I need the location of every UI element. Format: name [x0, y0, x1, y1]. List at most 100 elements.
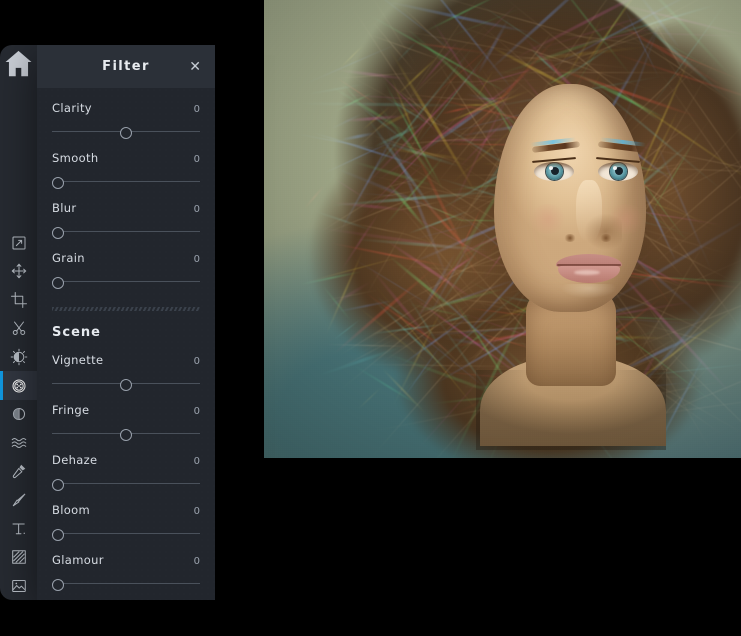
- slider-value: 0: [194, 204, 200, 215]
- filter-icon: [10, 377, 28, 395]
- slider-labels: Bloom 0: [52, 503, 200, 517]
- slider-labels: Grain 0: [52, 251, 200, 265]
- slider-label: Bloom: [52, 503, 90, 517]
- slider-track-blur[interactable]: [52, 226, 200, 238]
- slider-control-fringe: Fringe 0: [52, 390, 200, 440]
- slider-track-line: [52, 533, 200, 534]
- home-icon: [0, 46, 37, 83]
- panel-title: Filter: [102, 59, 150, 74]
- slider-value: 0: [194, 154, 200, 165]
- slider-track-grain[interactable]: [52, 276, 200, 288]
- slider-control-grain: Grain 0: [52, 238, 200, 288]
- slider-value: 0: [194, 456, 200, 467]
- slider-track-fringe[interactable]: [52, 428, 200, 440]
- filter-panel: Filter ✕ Clarity 0 Smooth 0 Blur 0 Grain 0 Scene…: [37, 45, 215, 600]
- slider-track-bloom[interactable]: [52, 528, 200, 540]
- sidebar-item-brush[interactable]: [0, 486, 37, 515]
- section-heading-scene: Scene: [52, 325, 200, 340]
- sidebar-item-pattern[interactable]: [0, 543, 37, 572]
- pattern-icon: [10, 548, 28, 566]
- panel-sections: Clarity 0 Smooth 0 Blur 0 Grain 0 Scene Vignette 0…: [37, 88, 215, 600]
- slider-control-smooth: Smooth 0: [52, 138, 200, 188]
- photo-grain: [264, 0, 741, 458]
- slider-label: Vignette: [52, 353, 103, 367]
- section-controls: Clarity 0 Smooth 0 Blur 0 Grain 0: [37, 88, 215, 288]
- slider-handle-grain[interactable]: [52, 277, 64, 289]
- slider-handle-clarity[interactable]: [120, 127, 132, 139]
- slider-control-blur: Blur 0: [52, 188, 200, 238]
- sidebar-item-image[interactable]: [0, 571, 37, 600]
- slider-label: Smooth: [52, 151, 98, 165]
- slider-value: 0: [194, 406, 200, 417]
- slider-labels: Vignette 0: [52, 353, 200, 367]
- heal-tool-icon: [10, 462, 28, 480]
- slider-track-line: [52, 583, 200, 584]
- slider-labels: Clarity 0: [52, 101, 200, 115]
- scissors-icon: [10, 319, 28, 337]
- slider-control-bloom: Bloom 0: [52, 490, 200, 540]
- slider-value: 0: [194, 104, 200, 115]
- home-button[interactable]: [0, 45, 37, 85]
- slider-control-vignette: Vignette 0: [52, 340, 200, 390]
- slider-track-clarity[interactable]: [52, 126, 200, 138]
- slider-labels: Glamour 0: [52, 553, 200, 567]
- slider-control-glamour: Glamour 0: [52, 540, 200, 590]
- tool-rail: [0, 45, 37, 600]
- slider-control-posterize: Posterize0: [52, 590, 200, 600]
- slider-handle-dehaze[interactable]: [52, 479, 64, 491]
- slider-value: 0: [194, 506, 200, 517]
- slider-handle-glamour[interactable]: [52, 579, 64, 591]
- sidebar-item-gradient[interactable]: [0, 400, 37, 429]
- sidebar-item-liquify[interactable]: [0, 429, 37, 458]
- sidebar-item-brightness[interactable]: [0, 343, 37, 372]
- crop-icon: [10, 291, 28, 309]
- sidebar-item-cut[interactable]: [0, 314, 37, 343]
- slider-value: 0: [194, 254, 200, 265]
- transform-icon: [10, 234, 28, 252]
- edited-photo: [264, 0, 741, 458]
- sidebar-item-crop[interactable]: [0, 286, 37, 315]
- slider-label: Blur: [52, 201, 77, 215]
- sidebar-item-move[interactable]: [0, 257, 37, 286]
- slider-value: 0: [194, 356, 200, 367]
- sidebar-item-transform[interactable]: [0, 228, 37, 257]
- brightness-icon: [10, 348, 28, 366]
- image-icon: [10, 577, 28, 595]
- slider-control-dehaze: Dehaze 0: [52, 440, 200, 490]
- slider-track-line: [52, 181, 200, 182]
- slider-track-glamour[interactable]: [52, 578, 200, 590]
- move-icon: [10, 262, 28, 280]
- text-icon: [10, 520, 28, 538]
- section-divider: [52, 307, 200, 311]
- slider-handle-smooth[interactable]: [52, 177, 64, 189]
- slider-label: Glamour: [52, 553, 104, 567]
- close-icon[interactable]: ✕: [189, 60, 201, 74]
- slider-handle-bloom[interactable]: [52, 529, 64, 541]
- slider-handle-blur[interactable]: [52, 227, 64, 239]
- app-root: Filter ✕ Clarity 0 Smooth 0 Blur 0 Grain 0 Scene…: [0, 0, 741, 636]
- waves-icon: [10, 434, 28, 452]
- sidebar-item-heal[interactable]: [0, 457, 37, 486]
- slider-handle-vignette[interactable]: [120, 379, 132, 391]
- section-controls: Vignette 0 Fringe 0 Dehaze 0 Bloom 0 Glamour 0 Pos…: [37, 340, 215, 600]
- slider-track-line: [52, 483, 200, 484]
- slider-label: Dehaze: [52, 453, 97, 467]
- slider-track-dehaze[interactable]: [52, 478, 200, 490]
- panel-header: Filter ✕: [37, 45, 215, 88]
- slider-label: Clarity: [52, 101, 92, 115]
- slider-handle-fringe[interactable]: [120, 429, 132, 441]
- slider-label: Grain: [52, 251, 85, 265]
- slider-labels: Smooth 0: [52, 151, 200, 165]
- sidebar-item-filter[interactable]: [0, 371, 37, 400]
- slider-track-vignette[interactable]: [52, 378, 200, 390]
- sidebar-item-text[interactable]: [0, 514, 37, 543]
- slider-track-line: [52, 281, 200, 282]
- gradient-icon: [10, 405, 28, 423]
- slider-track-smooth[interactable]: [52, 176, 200, 188]
- slider-label: Fringe: [52, 403, 89, 417]
- image-canvas[interactable]: [264, 0, 741, 458]
- slider-value: 0: [194, 556, 200, 567]
- slider-labels: Dehaze 0: [52, 453, 200, 467]
- slider-track-line: [52, 231, 200, 232]
- brush-icon: [10, 491, 28, 509]
